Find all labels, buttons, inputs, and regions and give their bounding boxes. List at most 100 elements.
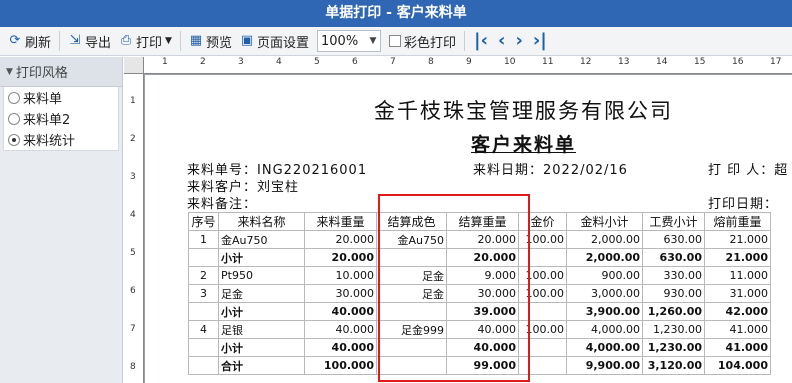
table-cell bbox=[518, 356, 567, 375]
radio-icon bbox=[8, 112, 20, 125]
toolbar-separator bbox=[179, 31, 181, 51]
table-cell: 足银 bbox=[218, 320, 305, 339]
table-cell: 足金999 bbox=[376, 320, 447, 339]
table-cell: 3,120.00 bbox=[642, 356, 705, 375]
table-cell: 21.000 bbox=[704, 230, 771, 249]
table-cell: 40.000 bbox=[446, 338, 519, 357]
page-setup-button[interactable]: ▣ 页面设置 bbox=[236, 30, 313, 52]
ruler-mark: 6 bbox=[352, 57, 358, 67]
table-cell: 41.000 bbox=[704, 320, 771, 339]
table-cell: 20.000 bbox=[446, 248, 519, 267]
table-cell: 1,230.00 bbox=[642, 320, 705, 339]
table-cell: 42.000 bbox=[704, 302, 771, 321]
preview-label: 预览 bbox=[205, 35, 232, 51]
table-cell: 100.00 bbox=[518, 284, 567, 303]
ruler-mark: 17 bbox=[770, 57, 782, 67]
document-title: 客户来料单 bbox=[470, 134, 576, 156]
table-cell: 21.000 bbox=[704, 248, 771, 267]
export-label: 导出 bbox=[85, 35, 112, 51]
table-cell: 11.000 bbox=[704, 266, 771, 285]
table-cell: 金Au750 bbox=[376, 230, 447, 249]
column-header: 工费小计 bbox=[642, 212, 705, 231]
table-row: 4 足银 40.000 足金999 40.000 100.00 4,000.00 1,230.… bbox=[188, 320, 771, 339]
style-option-label: 来料单2 bbox=[23, 113, 71, 128]
table-row: 合计 100.000 99.000 9,900.00 3,120.00 104.000 bbox=[188, 356, 771, 375]
chevron-down-icon: ▼ bbox=[369, 36, 377, 46]
column-header: 熔前重量 bbox=[704, 212, 771, 231]
table-cell bbox=[376, 356, 447, 375]
ruler-mark: 8 bbox=[130, 362, 136, 372]
first-page-icon[interactable]: |‹ bbox=[469, 30, 493, 52]
note-field: 来料备注： bbox=[187, 193, 257, 212]
table-cell: 40.000 bbox=[446, 320, 519, 339]
table-cell: Pt950 bbox=[218, 266, 305, 285]
ruler-mark: 12 bbox=[580, 57, 592, 67]
table-cell: 2 bbox=[188, 266, 219, 285]
ruler-corner bbox=[124, 57, 144, 74]
color-print-label: 彩色打印 bbox=[404, 35, 457, 51]
printer-icon: ⎙ bbox=[120, 33, 132, 48]
table-cell: 小计 bbox=[218, 248, 305, 267]
printer-label: 打 印 人： bbox=[708, 163, 775, 178]
print-button[interactable]: ⎙ 打印 ▼ bbox=[115, 30, 176, 52]
style-option[interactable]: 来料统计 bbox=[4, 129, 118, 150]
checkbox-icon bbox=[389, 35, 401, 47]
table-row: 小计 40.000 39.000 3,900.00 1,260.00 42.000 bbox=[188, 302, 771, 321]
previous-page-icon[interactable]: ‹ bbox=[493, 30, 510, 52]
next-page-icon[interactable]: › bbox=[510, 30, 527, 52]
last-page-icon[interactable]: ›| bbox=[528, 30, 552, 52]
ruler-mark: 7 bbox=[390, 57, 396, 67]
ruler-mark: 1 bbox=[162, 57, 168, 67]
color-print-checkbox[interactable]: 彩色打印 bbox=[385, 30, 460, 52]
table-cell bbox=[376, 248, 447, 267]
style-option[interactable]: 来料单 bbox=[4, 87, 118, 108]
table-cell: 100.00 bbox=[518, 320, 567, 339]
table-cell: 合计 bbox=[218, 356, 305, 375]
collapse-icon: ▼ bbox=[6, 66, 13, 77]
company-name: 金千枝珠宝管理服务有限公司 bbox=[374, 99, 673, 123]
column-header: 来料重量 bbox=[304, 212, 377, 231]
toolbar-separator bbox=[464, 31, 466, 51]
preview-button[interactable]: ▦ 预览 bbox=[185, 30, 236, 52]
customer-value: 刘宝柱 bbox=[257, 180, 300, 195]
ruler-mark: 4 bbox=[130, 210, 136, 220]
print-style-header[interactable]: ▼ 打印风格 bbox=[0, 57, 122, 87]
ruler-mark: 15 bbox=[694, 57, 706, 67]
export-button[interactable]: ⇲ 导出 bbox=[64, 30, 115, 52]
ruler-mark: 2 bbox=[200, 57, 206, 67]
table-cell: 小计 bbox=[218, 338, 305, 357]
materials-table: 序号 来料名称 来料重量 结算成色 结算重量 金价 金料小计 工费小计 熔前重量… bbox=[188, 212, 771, 375]
style-option[interactable]: 来料单2 bbox=[4, 108, 118, 129]
table-cell: 104.000 bbox=[704, 356, 771, 375]
horizontal-ruler: 1 2 3 4 5 6 7 8 9 10 11 12 13 14 15 16 17 bbox=[144, 57, 792, 74]
table-cell: 930.00 bbox=[642, 284, 705, 303]
ruler-mark: 4 bbox=[276, 57, 282, 67]
table-cell: 39.000 bbox=[446, 302, 519, 321]
ruler-mark: 13 bbox=[618, 57, 630, 67]
column-header: 结算成色 bbox=[376, 212, 447, 231]
table-cell: 20.000 bbox=[304, 230, 377, 249]
table-header-row: 序号 来料名称 来料重量 结算成色 结算重量 金价 金料小计 工费小计 熔前重量 bbox=[188, 212, 771, 231]
radio-selected-icon bbox=[8, 133, 20, 146]
zoom-select[interactable]: 100% ▼ bbox=[317, 30, 381, 52]
vertical-ruler: 1 2 3 4 5 6 7 8 bbox=[124, 74, 144, 383]
table-cell: 40.000 bbox=[304, 302, 377, 321]
print-preview-area[interactable]: 1 2 3 4 5 6 7 8 9 10 11 12 13 14 15 16 17 12345678 金千枝珠宝… bbox=[124, 57, 792, 383]
table-cell: 2,000.00 bbox=[566, 230, 643, 249]
table-cell: 31.000 bbox=[704, 284, 771, 303]
refresh-icon: ⟳ bbox=[9, 33, 21, 48]
table-cell bbox=[518, 338, 567, 357]
table-cell: 100.00 bbox=[518, 266, 567, 285]
table-cell: 9,900.00 bbox=[566, 356, 643, 375]
ruler-mark: 7 bbox=[130, 324, 136, 334]
table-cell: 3 bbox=[188, 284, 219, 303]
table-cell: 4,000.00 bbox=[566, 338, 643, 357]
toolbar-separator bbox=[59, 31, 61, 51]
note-label: 来料备注： bbox=[187, 197, 258, 212]
table-cell: 40.000 bbox=[304, 320, 377, 339]
refresh-button[interactable]: ⟳ 刷新 bbox=[4, 30, 55, 52]
printer-value: 超 bbox=[774, 163, 789, 178]
preview-icon: ▦ bbox=[189, 33, 203, 48]
table-cell: 10.000 bbox=[304, 266, 377, 285]
date-label: 来料日期： bbox=[473, 163, 544, 178]
